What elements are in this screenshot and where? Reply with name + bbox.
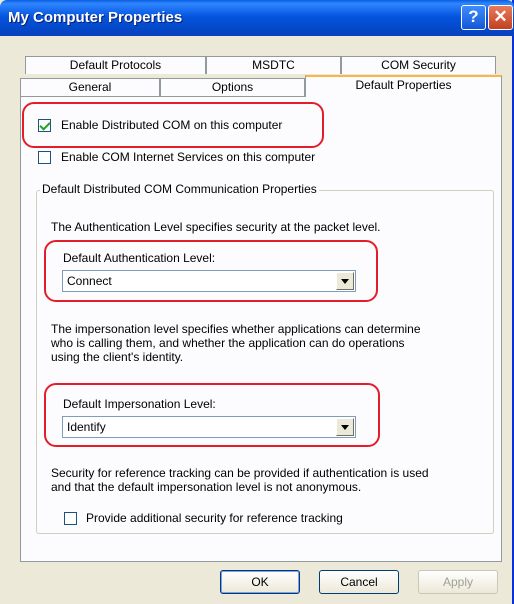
enable-dcom-checkbox[interactable] (38, 119, 51, 132)
title-bar[interactable]: My Computer Properties ? ✕ (0, 0, 514, 36)
tab-default-properties[interactable]: Default Properties (305, 75, 502, 97)
chevron-down-icon[interactable] (336, 418, 354, 436)
properties-dialog: My Computer Properties ? ✕ Default Proto… (0, 0, 514, 604)
group-title: Default Distributed COM Communication Pr… (40, 182, 319, 196)
help-icon[interactable]: ? (461, 5, 486, 30)
enable-dcom-label: Enable Distributed COM on this computer (61, 118, 283, 132)
additional-security-checkbox[interactable] (64, 512, 77, 525)
close-icon[interactable]: ✕ (488, 5, 513, 30)
auth-level-select[interactable]: Connect (62, 270, 356, 292)
tab-msdtc[interactable]: MSDTC (206, 56, 341, 74)
chevron-down-icon[interactable] (336, 272, 354, 290)
impersonation-level-select[interactable]: Identify (62, 416, 356, 438)
tab-com-security[interactable]: COM Security (341, 56, 496, 74)
tab-default-protocols[interactable]: Default Protocols (25, 56, 206, 74)
window-title: My Computer Properties (8, 9, 183, 26)
reference-tracking-description: Security for reference tracking can be p… (51, 466, 429, 494)
impersonation-description: The impersonation level specifies whethe… (51, 322, 421, 364)
enable-internet-checkbox[interactable] (38, 151, 51, 164)
additional-security-label: Provide additional security for referenc… (86, 511, 343, 525)
imp-desc-line: The impersonation level specifies whethe… (51, 322, 421, 336)
tab-options[interactable]: Options (160, 78, 305, 96)
impersonation-level-value: Identify (67, 420, 106, 434)
imp-desc-line: using the client's identity. (51, 350, 184, 364)
auth-level-label: Default Authentication Level: (63, 251, 216, 265)
imp-desc-line: who is calling them, and whether the app… (51, 336, 405, 350)
ok-button[interactable]: OK (220, 570, 300, 594)
apply-button[interactable]: Apply (418, 570, 498, 594)
auth-description: The Authentication Level specifies secur… (51, 220, 381, 234)
impersonation-level-label: Default Impersonation Level: (63, 397, 216, 411)
ref-desc-line: Security for reference tracking can be p… (51, 466, 429, 480)
auth-level-value: Connect (67, 274, 112, 288)
enable-internet-label: Enable COM Internet Services on this com… (61, 150, 316, 164)
ref-desc-line: and that the default impersonation level… (51, 480, 362, 494)
tab-general[interactable]: General (20, 78, 160, 96)
cancel-button[interactable]: Cancel (319, 570, 399, 594)
